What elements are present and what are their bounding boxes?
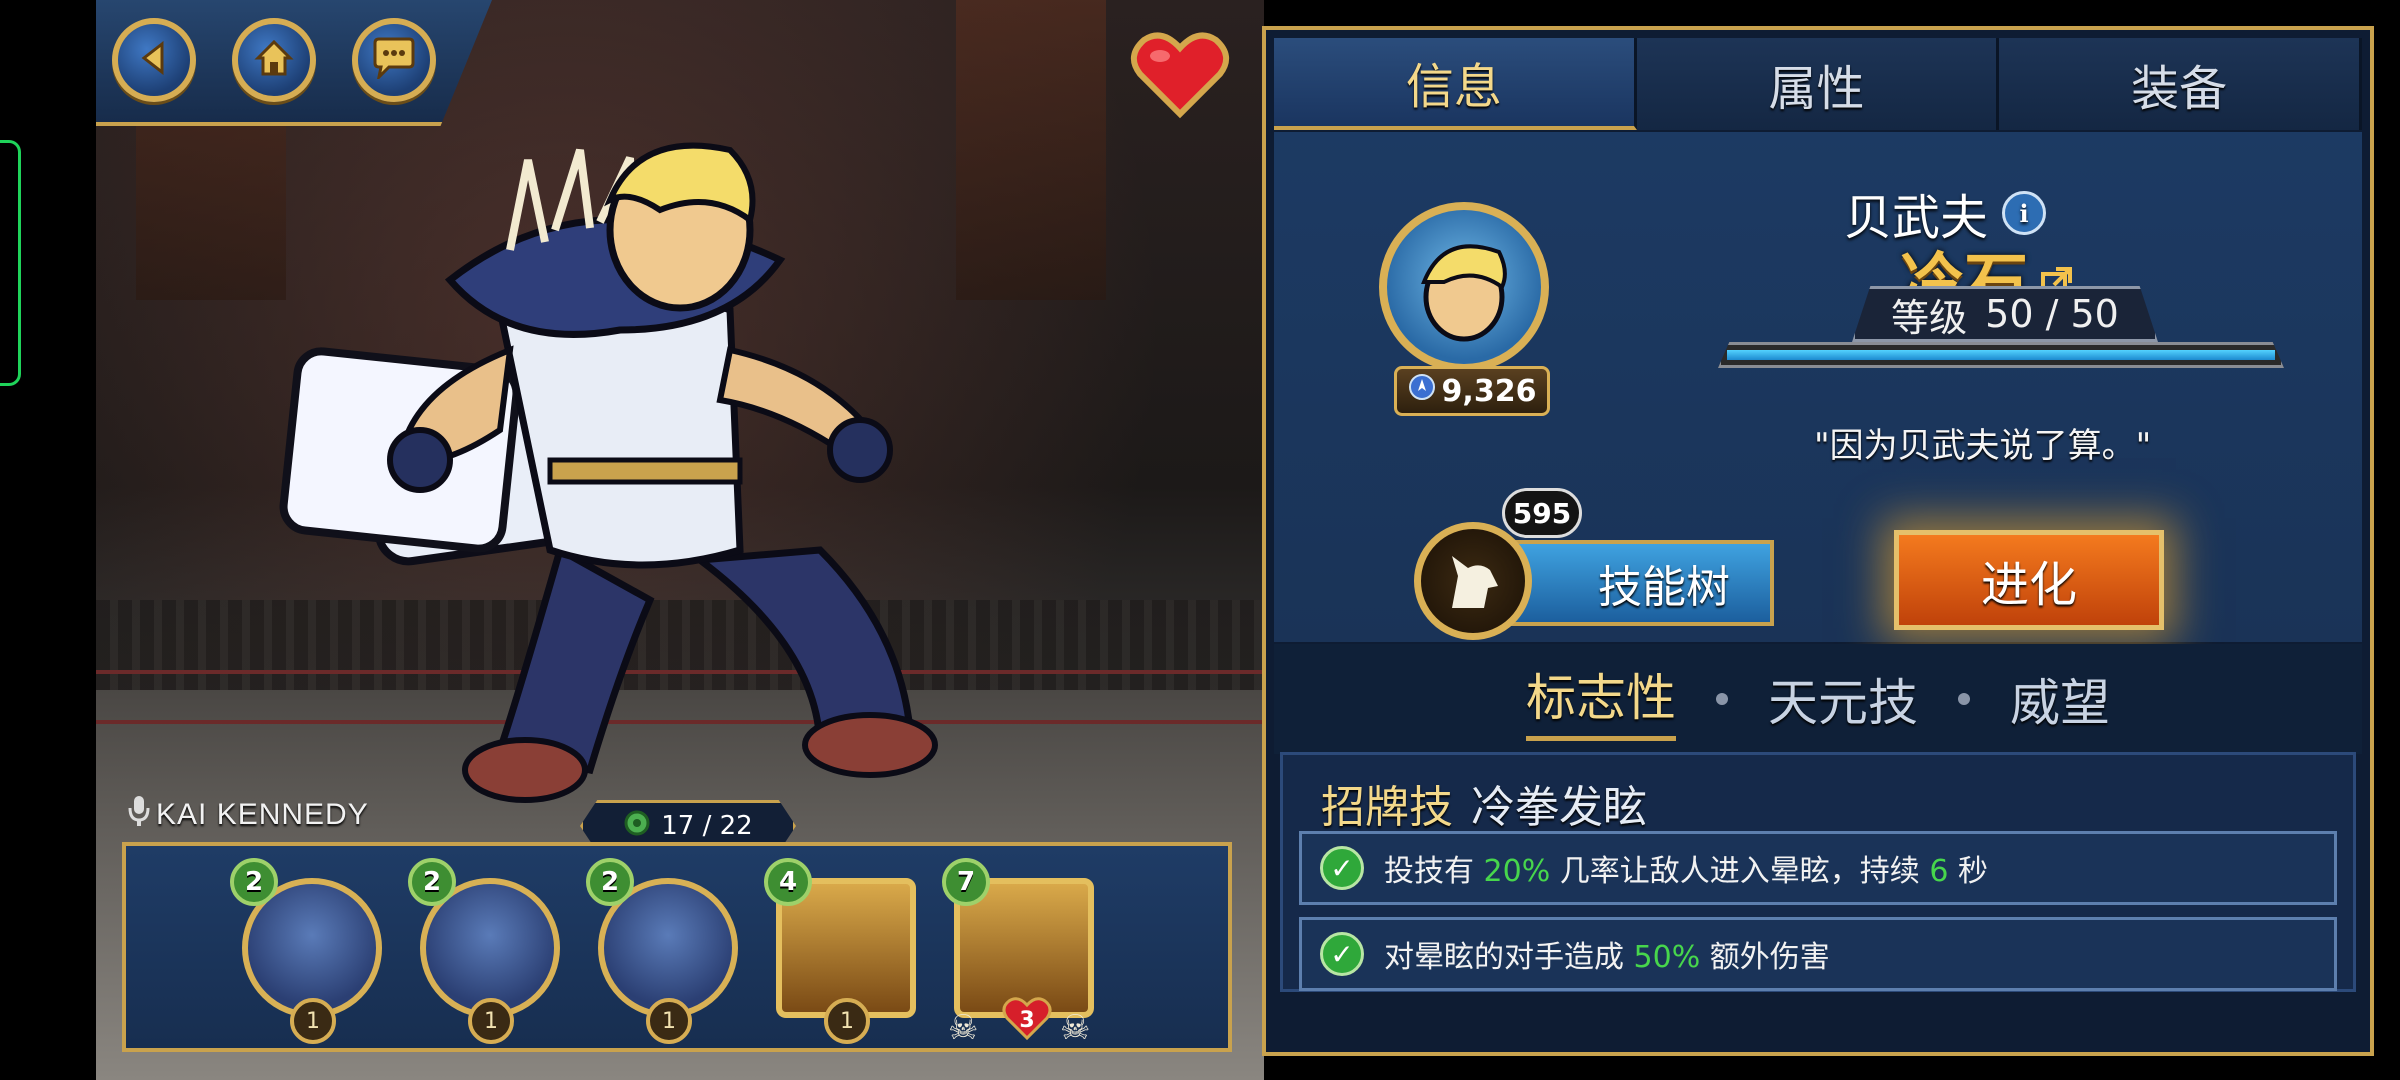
power-rating: 9,326: [1394, 366, 1550, 416]
fighter-rank-badge: 1: [468, 998, 514, 1044]
effect-text: 对晕眩的对手造成 50% 额外伤害: [1384, 940, 1830, 975]
tab-gear[interactable]: 装备: [1999, 38, 2363, 130]
announcer-name: KAI KENNEDY: [156, 798, 369, 831]
separator-dot: [1716, 693, 1728, 705]
subtab-marquee[interactable]: 天元技: [1768, 663, 1918, 735]
team-fighter-card[interactable]: 2 1: [230, 858, 392, 1044]
fighter-character-art: [260, 130, 1160, 830]
info-section: 9,326 贝武夫 i 冷石 等级 50 / 50 "因为贝武夫说了算。" 技能…: [1274, 132, 2362, 642]
skill-tree-button[interactable]: 技能树 595: [1414, 488, 1774, 642]
fighter-level-badge: 4: [764, 858, 812, 906]
ability-details: 招牌技 冷拳发眩 ✓ 投技有 20% 几率让敌人进入晕眩，持续 6 秒 ✓ 对晕眩…: [1280, 752, 2356, 992]
favorite-button[interactable]: [1130, 30, 1230, 120]
fighter-rank-badge: 1: [824, 998, 870, 1044]
wolf-icon: [1414, 522, 1532, 640]
ability-subtabs: 标志性 天元技 威望: [1274, 644, 2362, 754]
level-value: 50 / 50: [1985, 292, 2119, 336]
info-icon[interactable]: i: [2002, 191, 2047, 235]
fighter-level-badge: 2: [408, 858, 456, 906]
team-fighter-card[interactable]: 4 1: [764, 858, 926, 1044]
home-button[interactable]: [232, 18, 316, 102]
side-edge-indicator: [0, 140, 21, 386]
hero-avatar[interactable]: 9,326: [1364, 202, 1564, 422]
check-icon: ✓: [1320, 932, 1364, 976]
heart-rank-badge: 3: [1002, 996, 1052, 1044]
separator-dot: [1958, 693, 1970, 705]
heart-icon: [1130, 32, 1230, 124]
announcer-label[interactable]: KAI KENNEDY: [128, 794, 369, 836]
ability-title: 招牌技 冷拳发眩: [1321, 771, 1647, 835]
team-fighter-card[interactable]: 2 1: [408, 858, 570, 1044]
power-value: 9,326: [1441, 373, 1537, 409]
tab-stats[interactable]: 属性: [1636, 38, 2000, 130]
fighter-rank-badge: 1: [290, 998, 336, 1044]
evolve-button[interactable]: 进化: [1894, 530, 2164, 630]
fighter-level-badge: 7: [942, 858, 990, 906]
chat-button[interactable]: [352, 18, 436, 102]
ability-effect: ✓ 对晕眩的对手造成 50% 额外伤害: [1299, 917, 2337, 991]
team-fighter-card[interactable]: 2 1: [586, 858, 748, 1044]
ability-effect: ✓ 投技有 20% 几率让敌人进入晕眩，持续 6 秒: [1299, 831, 2337, 905]
team-fighter-card[interactable]: 7 ☠ ☠ 3: [942, 858, 1104, 1048]
xp-progress-bar: [1718, 342, 2284, 368]
skull-icon: ☠: [948, 1008, 979, 1048]
chat-icon: [371, 37, 417, 83]
hero-quote: "因为贝武夫说了算。": [1814, 426, 2152, 466]
skill-tree-label: 技能树: [1494, 540, 1774, 626]
level-label: 等级: [1891, 295, 1968, 340]
fighter-level-badge: 2: [230, 858, 278, 906]
heart-rank-value: 3: [1019, 1007, 1035, 1033]
panel-tabs: 信息 属性 装备: [1274, 38, 2363, 130]
skull-icon: ☠: [1060, 1008, 1091, 1048]
ability-name: 冷拳发眩: [1471, 782, 1647, 833]
xp-progress-fill: [1727, 350, 2275, 360]
power-icon: [1408, 373, 1436, 409]
skill-points-badge: 595: [1502, 488, 1582, 538]
team-strip: 2 1 2 1 2 1 4 1 7 ☠ ☠ 3: [122, 842, 1232, 1052]
back-arrow-icon: [134, 38, 174, 82]
tab-info[interactable]: 信息: [1274, 38, 1637, 130]
avatar: [1379, 202, 1549, 372]
team-count: 17 / 22: [661, 811, 753, 841]
ability-type: 招牌技: [1321, 782, 1453, 833]
gear-icon: [623, 809, 651, 844]
effect-text: 投技有 20% 几率让敌人进入晕眩，持续 6 秒: [1384, 854, 1988, 889]
microphone-icon: [128, 794, 150, 836]
back-button[interactable]: [112, 18, 196, 102]
fighter-rank-badge: 1: [646, 998, 692, 1044]
subtab-prestige[interactable]: 威望: [2010, 663, 2110, 735]
level-box: 等级 50 / 50: [1852, 286, 2158, 342]
home-icon: [252, 36, 296, 84]
fighter-level-badge: 2: [586, 858, 634, 906]
check-icon: ✓: [1320, 846, 1364, 890]
subtab-signature[interactable]: 标志性: [1526, 658, 1676, 741]
fighter-info-panel: 信息 属性 装备 9,326 贝武夫 i 冷石 等级 50 / 50 "因为贝武…: [1262, 26, 2374, 1056]
